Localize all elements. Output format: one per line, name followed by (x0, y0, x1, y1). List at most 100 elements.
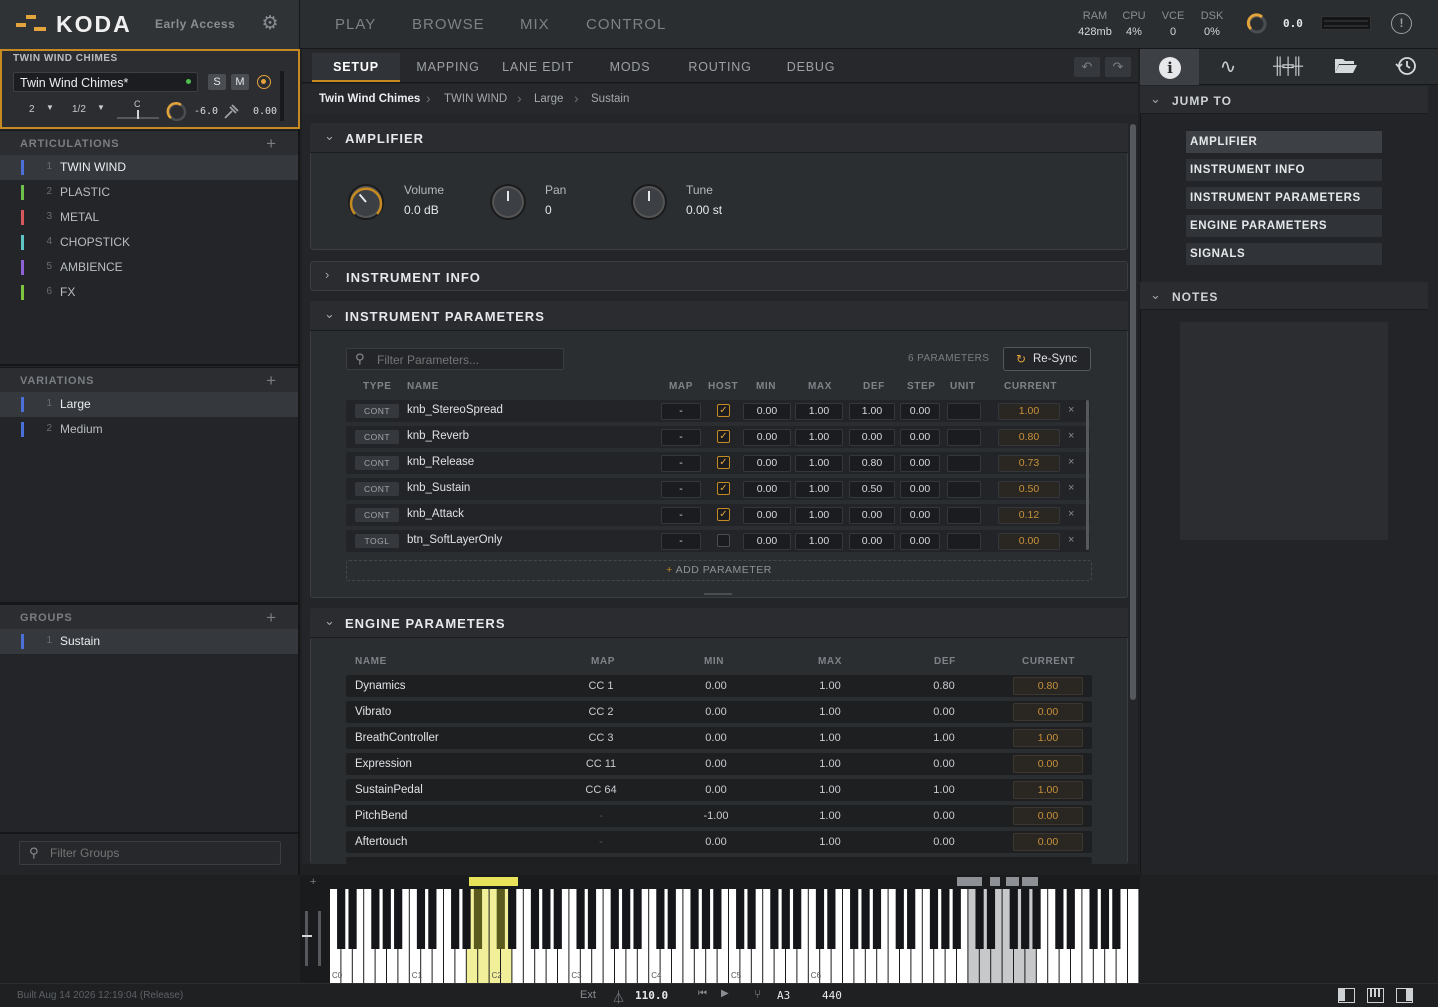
add-variation-button[interactable]: + (266, 371, 276, 391)
pan-slider[interactable]: C (115, 99, 160, 121)
add-group-button[interactable]: + (266, 608, 276, 628)
black-key[interactable] (530, 889, 540, 949)
map-field[interactable]: - (661, 507, 701, 524)
host-checkbox[interactable] (717, 534, 730, 547)
remove-parameter-icon[interactable]: × (1068, 508, 1074, 520)
parameter-row[interactable]: CONT knb_Sustain - ✓ 0.00 1.00 0.50 0.00 0.50 × (346, 478, 1090, 500)
solo-button[interactable]: S (208, 74, 226, 90)
black-key[interactable] (781, 889, 790, 949)
articulation-item[interactable]: 1 TWIN WIND (0, 155, 298, 180)
black-key[interactable] (861, 889, 870, 949)
parameter-name[interactable]: knb_Release (407, 456, 474, 468)
audio-sample-icon[interactable]: ╫╪╫ (1272, 55, 1303, 79)
current-value[interactable]: 0.00 (1013, 755, 1083, 773)
max-field[interactable]: 1.00 (795, 533, 843, 550)
breadcrumb-instrument[interactable]: Twin Wind Chimes (319, 93, 420, 105)
black-key[interactable] (929, 889, 939, 949)
tuning-fork-icon[interactable] (223, 102, 241, 120)
nav-browse[interactable]: BROWSE (412, 16, 485, 33)
black-key[interactable] (1089, 889, 1098, 949)
engine-parameter-row[interactable]: PitchBend - -1.00 1.00 0.00 0.00 (346, 805, 1092, 827)
waveform-icon[interactable]: ∿ (1213, 55, 1243, 79)
division-select[interactable]: 1/2 ▼ (62, 102, 110, 118)
black-key[interactable] (701, 889, 711, 949)
black-key[interactable] (815, 889, 825, 949)
unit-field[interactable] (947, 507, 981, 524)
black-key[interactable] (610, 889, 619, 949)
current-field[interactable]: 1.00 (998, 403, 1060, 420)
black-key[interactable] (690, 889, 699, 949)
max-field[interactable]: 1.00 (795, 455, 843, 472)
map-value[interactable]: CC 11 (571, 758, 631, 770)
black-key[interactable] (451, 889, 460, 949)
keyswitch-marker[interactable] (990, 877, 1000, 886)
record-icon[interactable] (257, 75, 271, 89)
history-icon[interactable] (1391, 55, 1421, 79)
black-key[interactable] (656, 889, 665, 949)
volume-knob-icon[interactable] (166, 101, 188, 123)
unit-field[interactable] (947, 455, 981, 472)
black-key[interactable] (941, 889, 950, 949)
black-key[interactable] (713, 889, 722, 949)
min-field[interactable]: 0.00 (743, 455, 791, 472)
volume-knob[interactable] (348, 184, 384, 220)
black-key[interactable] (872, 889, 882, 949)
black-key[interactable] (473, 889, 483, 949)
filter-groups-input[interactable] (50, 845, 275, 861)
nav-mix[interactable]: MIX (520, 16, 550, 33)
articulation-item[interactable]: 4 CHOPSTICK (0, 230, 298, 255)
black-key[interactable] (348, 889, 357, 949)
pitch-wheel-handle[interactable] (302, 935, 312, 937)
tuning-fork-icon[interactable]: ⑂ (754, 987, 761, 1001)
metronome-icon[interactable]: ⏃ (612, 987, 625, 1006)
resize-handle[interactable] (704, 593, 732, 595)
black-key[interactable] (986, 889, 996, 949)
map-value[interactable]: - (571, 836, 631, 848)
step-field[interactable]: 0.00 (900, 507, 940, 524)
instrument-info-header[interactable]: › INSTRUMENT INFO (310, 261, 1128, 291)
tune-knob[interactable] (631, 184, 667, 220)
map-field[interactable]: - (661, 533, 701, 550)
parameter-row[interactable]: TOGL btn_SoftLayerOnly -0.00 1.00 0.00 0.00 0.… (346, 530, 1090, 552)
min-field[interactable]: 0.00 (743, 507, 791, 524)
articulation-item[interactable]: 5 AMBIENCE (0, 255, 298, 280)
gear-icon[interactable]: ⚙ (260, 14, 280, 34)
redo-icon[interactable]: ↷ (1105, 57, 1131, 77)
black-key[interactable] (633, 889, 642, 949)
step-field[interactable]: 0.00 (900, 403, 940, 420)
host-checkbox[interactable]: ✓ (717, 404, 730, 417)
step-field[interactable]: 0.00 (900, 533, 940, 550)
map-value[interactable]: CC 1 (571, 680, 631, 692)
current-value[interactable]: 0.00 (1013, 807, 1083, 825)
map-value[interactable]: CC 2 (571, 706, 631, 718)
current-value[interactable]: 1.00 (1013, 729, 1083, 747)
unit-field[interactable] (947, 481, 981, 498)
current-field[interactable]: 0.12 (998, 507, 1060, 524)
parameter-name[interactable]: btn_SoftLayerOnly (407, 534, 502, 546)
remove-parameter-icon[interactable]: × (1068, 482, 1074, 494)
host-checkbox[interactable]: ✓ (717, 430, 730, 443)
white-key[interactable] (1128, 889, 1139, 983)
alert-icon[interactable]: ! (1391, 13, 1412, 34)
max-field[interactable]: 1.00 (795, 481, 843, 498)
instrument-strip[interactable]: TWIN WIND CHIMES Twin Wind Chimes* S M 2… (0, 49, 300, 129)
amplifier-header[interactable]: ⌄ AMPLIFIER (310, 123, 1128, 153)
play-icon[interactable]: ▶ (721, 988, 729, 999)
layout-left-icon[interactable] (1338, 988, 1355, 1003)
black-key[interactable] (952, 889, 961, 949)
jump-to-item[interactable]: INSTRUMENT PARAMETERS (1186, 187, 1382, 209)
black-key[interactable] (907, 889, 916, 949)
parameter-name[interactable]: knb_Sustain (407, 482, 470, 494)
unit-field[interactable] (947, 533, 981, 550)
black-key[interactable] (1055, 889, 1064, 949)
mute-button[interactable]: M (231, 74, 249, 90)
parameter-row[interactable]: CONT knb_StereoSpread - ✓ 0.00 1.00 1.00 0.00 1.… (346, 400, 1090, 422)
notes-header[interactable]: ⌄ NOTES (1140, 282, 1428, 310)
reference-key[interactable]: A3 (777, 989, 790, 1002)
range-marker-active[interactable] (469, 877, 518, 886)
tempo-value[interactable]: 110.0 (635, 989, 668, 1002)
current-value[interactable]: 1.00 (1013, 781, 1083, 799)
black-key[interactable] (1021, 889, 1030, 949)
black-key[interactable] (667, 889, 676, 949)
skip-back-icon[interactable]: ⏮ (698, 988, 707, 999)
